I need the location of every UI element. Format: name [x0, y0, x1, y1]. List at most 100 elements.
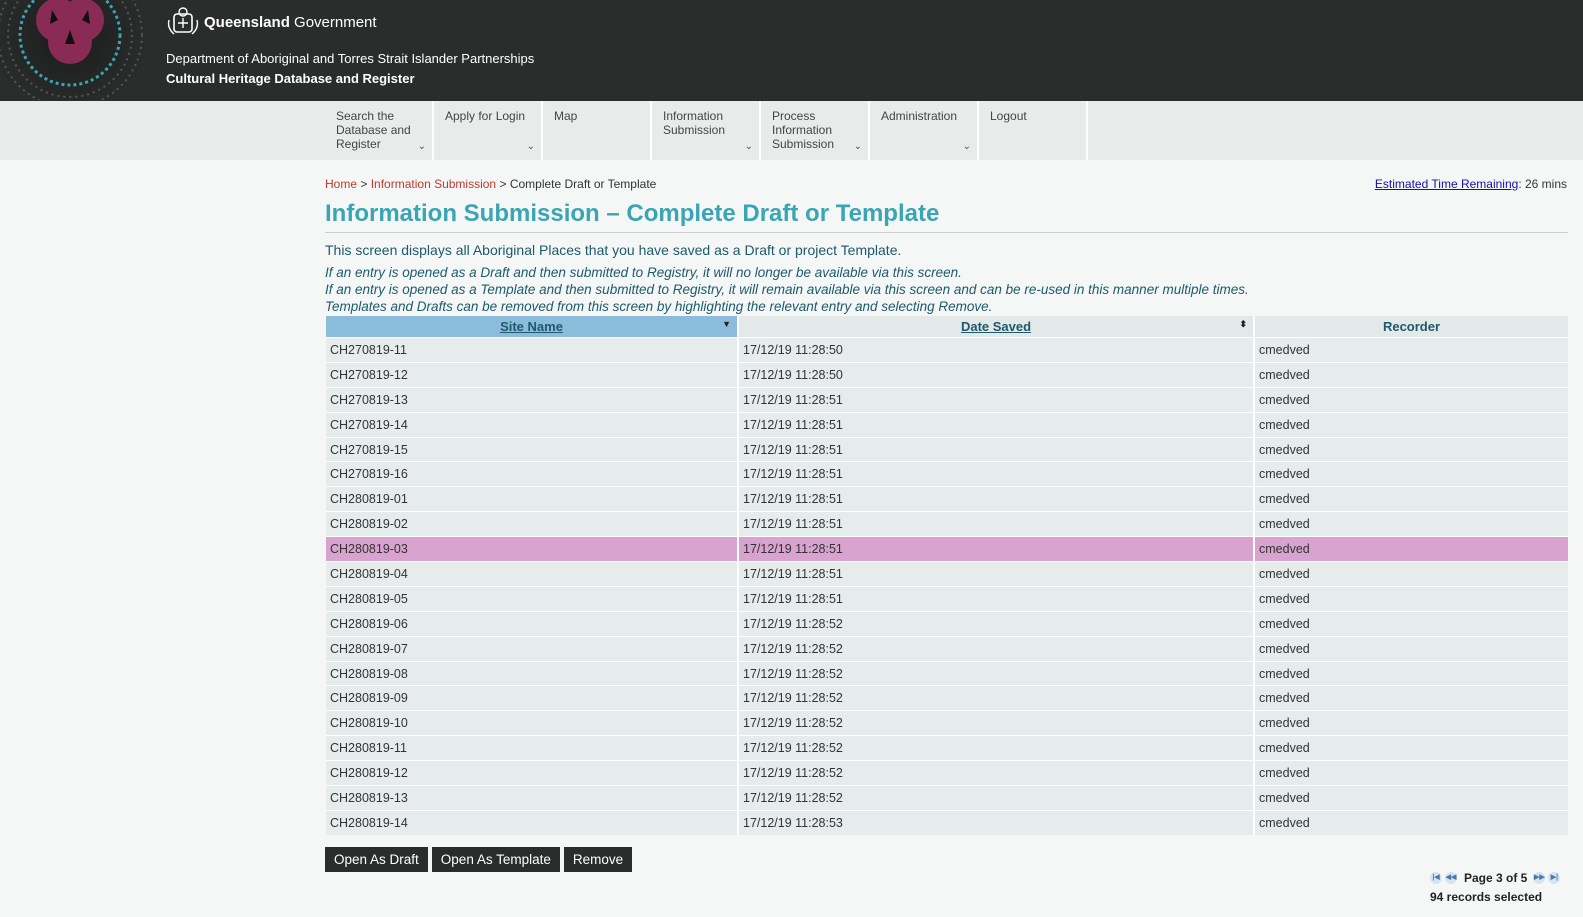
drafts-table: Site Name ▼ Date Saved ⬍ Recorder CH270819… [326, 316, 1568, 835]
cell-recorder: cmedved [1255, 660, 1568, 686]
cell-site-name: CH270819-12 [326, 361, 739, 387]
table-row[interactable]: CH280819-14 17/12/19 11:28:53 cmedved [326, 809, 1568, 835]
chevron-down-icon: ⌄ [853, 141, 862, 152]
column-header-date-saved[interactable]: Date Saved ⬍ [739, 316, 1255, 337]
cell-recorder: cmedved [1255, 735, 1568, 761]
breadcrumb: Home > Information Submission > Complete… [325, 177, 656, 191]
table-row[interactable]: CH280819-03 17/12/19 11:28:51 cmedved [326, 536, 1568, 562]
table-row[interactable]: CH270819-11 17/12/19 11:28:50 cmedved [326, 337, 1568, 362]
nav-item-search-the-database-and-register[interactable]: Search the Database and Register ⌄ [325, 101, 434, 160]
cell-site-name: CH280819-13 [326, 785, 739, 810]
cell-date-saved: 17/12/19 11:28:50 [739, 361, 1255, 387]
nav-item-label: Information Submission [663, 109, 726, 137]
table-row[interactable]: CH280819-10 17/12/19 11:28:52 cmedved [326, 710, 1568, 736]
table-row[interactable]: CH270819-15 17/12/19 11:28:51 cmedved [326, 436, 1568, 462]
next-page-icon[interactable]: ▶▶ [1533, 872, 1546, 884]
table-row[interactable]: CH280819-05 17/12/19 11:28:51 cmedved [326, 585, 1568, 611]
cell-recorder: cmedved [1255, 536, 1568, 562]
cell-site-name: CH280819-01 [326, 486, 739, 512]
nav-item-information-submission[interactable]: Information Submission ⌄ [652, 101, 761, 160]
column-header-recorder: Recorder [1255, 316, 1568, 337]
table-row[interactable]: CH280819-09 17/12/19 11:28:52 cmedved [326, 685, 1568, 711]
first-page-icon[interactable]: |◀ [1430, 872, 1442, 884]
government-name[interactable]: Queensland Government [204, 14, 377, 31]
table-row[interactable]: CH270819-12 17/12/19 11:28:50 cmedved [326, 361, 1568, 387]
cell-recorder: cmedved [1255, 710, 1568, 736]
last-page-icon[interactable]: ▶| [1548, 872, 1561, 884]
nav-item-apply-for-login[interactable]: Apply for Login ⌄ [434, 101, 543, 160]
page-indicator: Page 3 of 5 [1464, 871, 1528, 885]
cell-date-saved: 17/12/19 11:28:52 [739, 710, 1255, 736]
cell-recorder: cmedved [1255, 610, 1568, 636]
nav-items: Search the Database and Register ⌄ Apply f… [325, 101, 1088, 160]
sort-date-saved-link[interactable]: Date Saved [961, 319, 1031, 334]
cell-recorder: cmedved [1255, 411, 1568, 437]
table-row[interactable]: CH270819-14 17/12/19 11:28:51 cmedved [326, 411, 1568, 437]
table-row[interactable]: CH270819-16 17/12/19 11:28:51 cmedved [326, 461, 1568, 487]
cell-site-name: CH270819-13 [326, 386, 739, 412]
table-row[interactable]: CH280819-13 17/12/19 11:28:52 cmedved [326, 785, 1568, 810]
breadcrumb-separator: > [360, 177, 368, 191]
cell-recorder: cmedved [1255, 685, 1568, 711]
nav-item-process-information-submission[interactable]: Process Information Submission ⌄ [761, 101, 870, 160]
table-row[interactable]: CH280819-01 17/12/19 11:28:51 cmedved [326, 486, 1568, 512]
open-as-draft-button[interactable]: Open As Draft [325, 847, 428, 872]
cell-site-name: CH270819-11 [326, 337, 739, 362]
note-remove: Templates and Drafts can be removed from… [325, 299, 993, 314]
cell-site-name: CH280819-03 [326, 536, 739, 562]
cell-site-name: CH280819-10 [326, 710, 739, 736]
breadcrumb-info-submission[interactable]: Information Submission [371, 177, 496, 191]
note-template: If an entry is opened as a Template and … [325, 282, 1249, 297]
estimated-time-value: : 26 mins [1518, 177, 1567, 191]
cell-date-saved: 17/12/19 11:28:52 [739, 660, 1255, 686]
department-logo[interactable] [0, 0, 152, 100]
site-header: Queensland Government Department of Abor… [0, 0, 1583, 101]
nav-item-label: Administration [881, 109, 958, 123]
cell-site-name: CH280819-07 [326, 635, 739, 661]
cell-recorder: cmedved [1255, 361, 1568, 387]
breadcrumb-separator: > [499, 177, 507, 191]
cell-recorder: cmedved [1255, 561, 1568, 586]
cell-recorder: cmedved [1255, 511, 1568, 537]
note-draft: If an entry is opened as a Draft and the… [325, 265, 962, 280]
prev-page-icon[interactable]: ◀◀ [1445, 872, 1457, 884]
nav-item-label: Apply for Login [445, 109, 526, 123]
cell-date-saved: 17/12/19 11:28:51 [739, 461, 1255, 487]
nav-item-logout[interactable]: Logout [979, 101, 1088, 160]
cell-site-name: CH280819-02 [326, 511, 739, 537]
table-row[interactable]: CH280819-11 17/12/19 11:28:52 cmedved [326, 735, 1568, 761]
nav-item-map[interactable]: Map [543, 101, 652, 160]
table-row[interactable]: CH280819-07 17/12/19 11:28:52 cmedved [326, 635, 1568, 661]
table-row[interactable]: CH280819-06 17/12/19 11:28:52 cmedved [326, 610, 1568, 636]
cell-site-name: CH280819-11 [326, 735, 739, 761]
cell-recorder: cmedved [1255, 337, 1568, 362]
table-body: CH270819-11 17/12/19 11:28:50 cmedved CH270… [326, 337, 1568, 835]
cell-recorder: cmedved [1255, 386, 1568, 412]
nav-item-label: Map [554, 109, 578, 123]
cell-date-saved: 17/12/19 11:28:52 [739, 685, 1255, 711]
column-header-site-name[interactable]: Site Name ▼ [326, 316, 739, 337]
gov-name-rest: Government [289, 14, 377, 31]
cell-date-saved: 17/12/19 11:28:51 [739, 561, 1255, 586]
table-row[interactable]: CH280819-02 17/12/19 11:28:51 cmedved [326, 511, 1568, 537]
nav-item-administration[interactable]: Administration ⌄ [870, 101, 979, 160]
chevron-down-icon: ⌄ [744, 141, 753, 152]
remove-button[interactable]: Remove [563, 847, 633, 872]
table-row[interactable]: CH280819-08 17/12/19 11:28:52 cmedved [326, 660, 1568, 686]
open-as-template-button[interactable]: Open As Template [431, 847, 560, 872]
breadcrumb-home[interactable]: Home [325, 177, 357, 191]
cell-recorder: cmedved [1255, 760, 1568, 786]
nav-item-label: Search the Database and Register [336, 109, 411, 151]
department-name: Department of Aboriginal and Torres Stra… [166, 51, 535, 66]
cell-site-name: CH270819-15 [326, 436, 739, 462]
table-row[interactable]: CH270819-13 17/12/19 11:28:51 cmedved [326, 386, 1568, 412]
cell-site-name: CH280819-08 [326, 660, 739, 686]
session-timer: Estimated Time Remaining: 26 mins [1375, 177, 1567, 191]
table-row[interactable]: CH280819-12 17/12/19 11:28:52 cmedved [326, 760, 1568, 786]
title-divider [325, 232, 1568, 233]
table-row[interactable]: CH280819-04 17/12/19 11:28:51 cmedved [326, 561, 1568, 586]
cell-date-saved: 17/12/19 11:28:52 [739, 610, 1255, 636]
cell-date-saved: 17/12/19 11:28:52 [739, 635, 1255, 661]
estimated-time-link[interactable]: Estimated Time Remaining [1375, 177, 1518, 191]
sort-site-name-link[interactable]: Site Name [500, 319, 563, 334]
